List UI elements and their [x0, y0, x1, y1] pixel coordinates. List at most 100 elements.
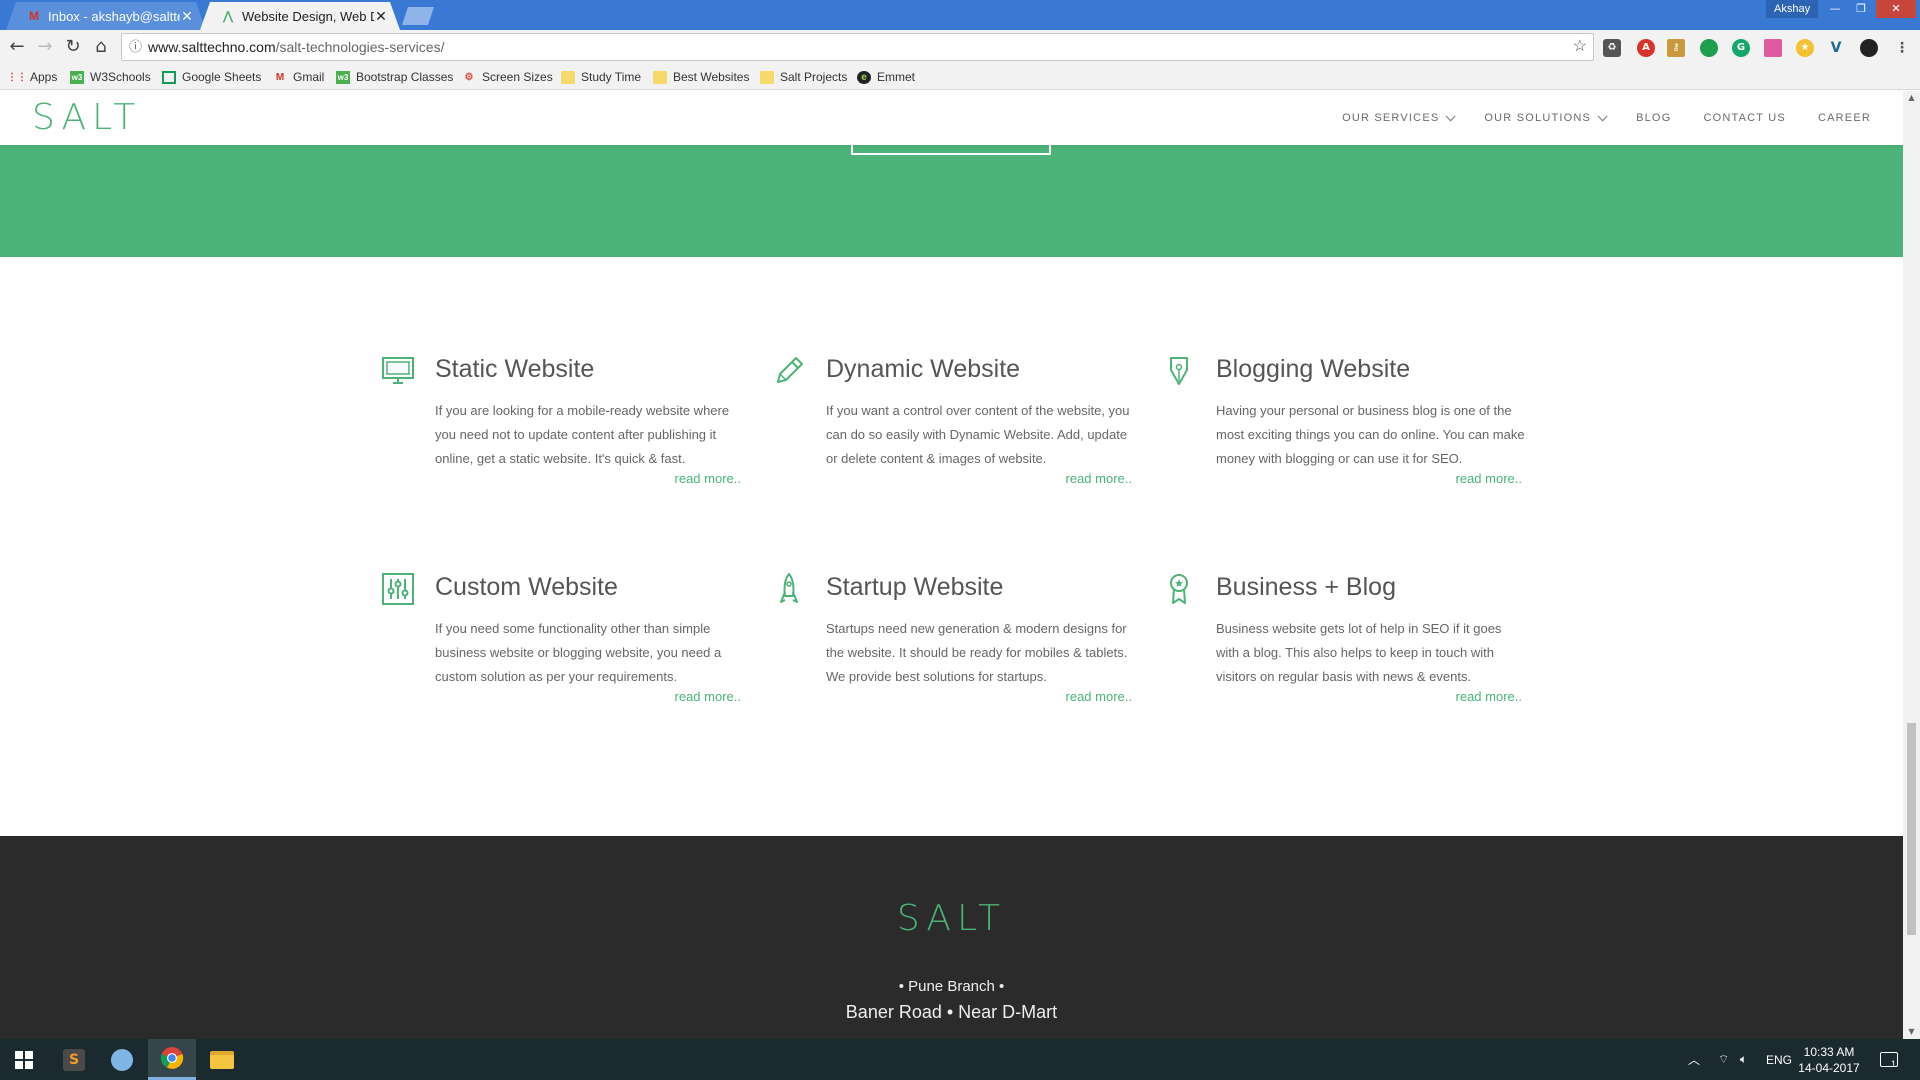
- site-logo[interactable]: SALT: [32, 97, 141, 138]
- close-tab-icon[interactable]: ✕: [374, 8, 388, 25]
- home-icon[interactable]: ⌂: [89, 35, 113, 59]
- read-more-link[interactable]: read more..: [826, 689, 1132, 704]
- chevron-up-icon: ︿: [1688, 1053, 1701, 1067]
- bookmark-salt-projects[interactable]: Salt Projects: [760, 68, 847, 86]
- nav-our-solutions[interactable]: OUR SOLUTIONS: [1484, 110, 1608, 124]
- bookmark-emmet[interactable]: e Emmet: [857, 68, 915, 86]
- forward-icon[interactable]: →: [33, 35, 57, 59]
- extension-chat-icon[interactable]: [1700, 39, 1718, 57]
- sliders-icon: [382, 573, 414, 605]
- close-window-button[interactable]: ✕: [1876, 0, 1916, 18]
- nav-label: CAREER: [1817, 112, 1871, 124]
- nav-career[interactable]: CAREER: [1818, 112, 1871, 124]
- service-title: Static Website: [435, 355, 595, 383]
- hero-button[interactable]: [851, 145, 1051, 155]
- profile-button[interactable]: Akshay: [1766, 0, 1819, 18]
- browser-tab-gmail[interactable]: M Inbox - akshayb@saltte ✕: [6, 2, 206, 30]
- restore-button[interactable]: ❐: [1848, 0, 1874, 18]
- chevron-down-icon: [1597, 110, 1608, 121]
- clock-date: 14-04-2017: [1798, 1061, 1860, 1075]
- taskbar-chrome[interactable]: [148, 1039, 196, 1080]
- bookmark-label: Emmet: [877, 70, 916, 84]
- hero-banner: [0, 145, 1903, 257]
- site-footer: SALT • Pune Branch • Baner Road • Near D…: [0, 836, 1903, 1039]
- star-extension-icon[interactable]: ★: [1796, 39, 1814, 57]
- footer-logo: SALT: [896, 898, 1007, 939]
- extension-v-icon[interactable]: V: [1827, 39, 1845, 57]
- adblock-icon[interactable]: A: [1637, 39, 1655, 57]
- bookmark-w3schools[interactable]: w3 W3Schools: [70, 68, 151, 86]
- bookmark-apps[interactable]: ⋮⋮ Apps: [7, 68, 57, 86]
- read-more-link[interactable]: read more..: [1216, 471, 1522, 486]
- new-tab-button[interactable]: [402, 7, 434, 25]
- paint-icon: [111, 1048, 133, 1071]
- extension-key-icon[interactable]: ⚷: [1667, 39, 1685, 57]
- grammarly-icon[interactable]: G: [1732, 39, 1750, 57]
- info-icon[interactable]: ⓘ: [129, 34, 142, 60]
- clock-time: 10:33 AM: [1803, 1045, 1855, 1059]
- emmet-icon: e: [857, 70, 871, 84]
- bookmark-label: Screen Sizes: [482, 70, 553, 84]
- browser-tab-salt[interactable]: ⋀ Website Design, Web De ✕: [200, 2, 400, 30]
- bookmark-label: Google Sheets: [182, 70, 262, 84]
- footer-address: Baner Road • Near D-Mart: [845, 1002, 1058, 1022]
- volume-icon[interactable]: 🔈︎: [1740, 1039, 1747, 1080]
- address-bar[interactable]: ⓘ www.salttechno.com/salt-technologies-s…: [121, 33, 1594, 61]
- taskbar-file-explorer[interactable]: [198, 1039, 246, 1080]
- scroll-up-icon[interactable]: ▲: [1903, 91, 1920, 105]
- apps-grid-icon: ⋮⋮: [7, 71, 27, 83]
- back-icon[interactable]: ←: [5, 35, 29, 59]
- rocket-icon: [780, 573, 798, 603]
- service-title: Business + Blog: [1216, 573, 1396, 601]
- page-scrollbar[interactable]: ▲ ▼: [1903, 91, 1920, 1039]
- tab-title: Inbox - akshayb@saltte: [48, 8, 180, 24]
- service-description: If you want a control over content of th…: [826, 403, 1130, 466]
- sheets-icon: [162, 70, 176, 84]
- url-host: www.salttechno.com: [148, 39, 276, 55]
- read-more-link[interactable]: read more..: [826, 471, 1132, 486]
- bookmark-star-icon[interactable]: ☆: [1573, 34, 1587, 60]
- w3schools-icon: w3: [70, 70, 84, 84]
- scroll-down-icon[interactable]: ▼: [1903, 1025, 1920, 1039]
- service-description: Business website gets lot of help in SEO…: [1216, 621, 1502, 684]
- service-title: Blogging Website: [1216, 355, 1411, 383]
- bookmark-screen-sizes[interactable]: ⚙ Screen Sizes: [462, 68, 553, 86]
- scrollbar-thumb[interactable]: [1907, 723, 1916, 935]
- nav-contact-us[interactable]: CONTACT US: [1703, 112, 1786, 124]
- chrome-icon: [160, 1047, 184, 1069]
- read-more-link[interactable]: read more..: [435, 471, 741, 486]
- nav-label: CONTACT US: [1703, 112, 1786, 124]
- nav-our-services[interactable]: OUR SERVICES: [1342, 110, 1456, 124]
- minimize-button[interactable]: —: [1822, 0, 1848, 18]
- bookmark-label: Study Time: [581, 70, 642, 84]
- bookmark-bootstrap-classes[interactable]: w3 Bootstrap Classes: [336, 68, 453, 86]
- browser-toolbar: ← → ↻ ⌂ ⓘ www.salttechno.com/salt-techno…: [0, 30, 1920, 64]
- service-description: If you need some functionality other tha…: [435, 621, 722, 684]
- extension-recycle-icon[interactable]: ♻: [1603, 39, 1621, 57]
- show-hidden-icons[interactable]: ︿: [1688, 1039, 1700, 1080]
- bookmark-study-time[interactable]: Study Time: [561, 68, 641, 86]
- read-more-link[interactable]: read more..: [435, 689, 741, 704]
- service-title: Startup Website: [826, 573, 1004, 601]
- pencil-icon: [777, 357, 803, 383]
- nav-blog[interactable]: BLOG: [1636, 112, 1671, 124]
- start-button[interactable]: [0, 1039, 48, 1080]
- taskbar-sublime[interactable]: S: [50, 1039, 98, 1080]
- color-picker-icon[interactable]: [1764, 39, 1782, 57]
- read-more-link[interactable]: read more..: [1216, 689, 1522, 704]
- bookmark-best-websites[interactable]: Best Websites: [653, 68, 749, 86]
- chrome-menu-icon[interactable]: ⋮: [1893, 39, 1911, 57]
- windows-logo-icon: [15, 1050, 33, 1069]
- network-icon[interactable]: ⌔: [1718, 1039, 1729, 1080]
- action-center-button[interactable]: 1: [1880, 1039, 1898, 1080]
- system-clock[interactable]: 10:33 AM 14-04-2017: [1794, 1044, 1864, 1076]
- bookmark-gmail[interactable]: M Gmail: [273, 68, 325, 86]
- reload-icon[interactable]: ↻: [61, 35, 85, 59]
- bookmark-label: Gmail: [293, 70, 325, 84]
- taskbar-paint[interactable]: [98, 1039, 146, 1080]
- language-indicator[interactable]: ENG: [1766, 1039, 1792, 1080]
- close-tab-icon[interactable]: ✕: [180, 8, 194, 25]
- bookmark-google-sheets[interactable]: Google Sheets: [162, 68, 261, 86]
- extension-dark-icon[interactable]: [1860, 39, 1878, 57]
- speaker-muted-icon: 🔈︎: [1740, 1052, 1748, 1066]
